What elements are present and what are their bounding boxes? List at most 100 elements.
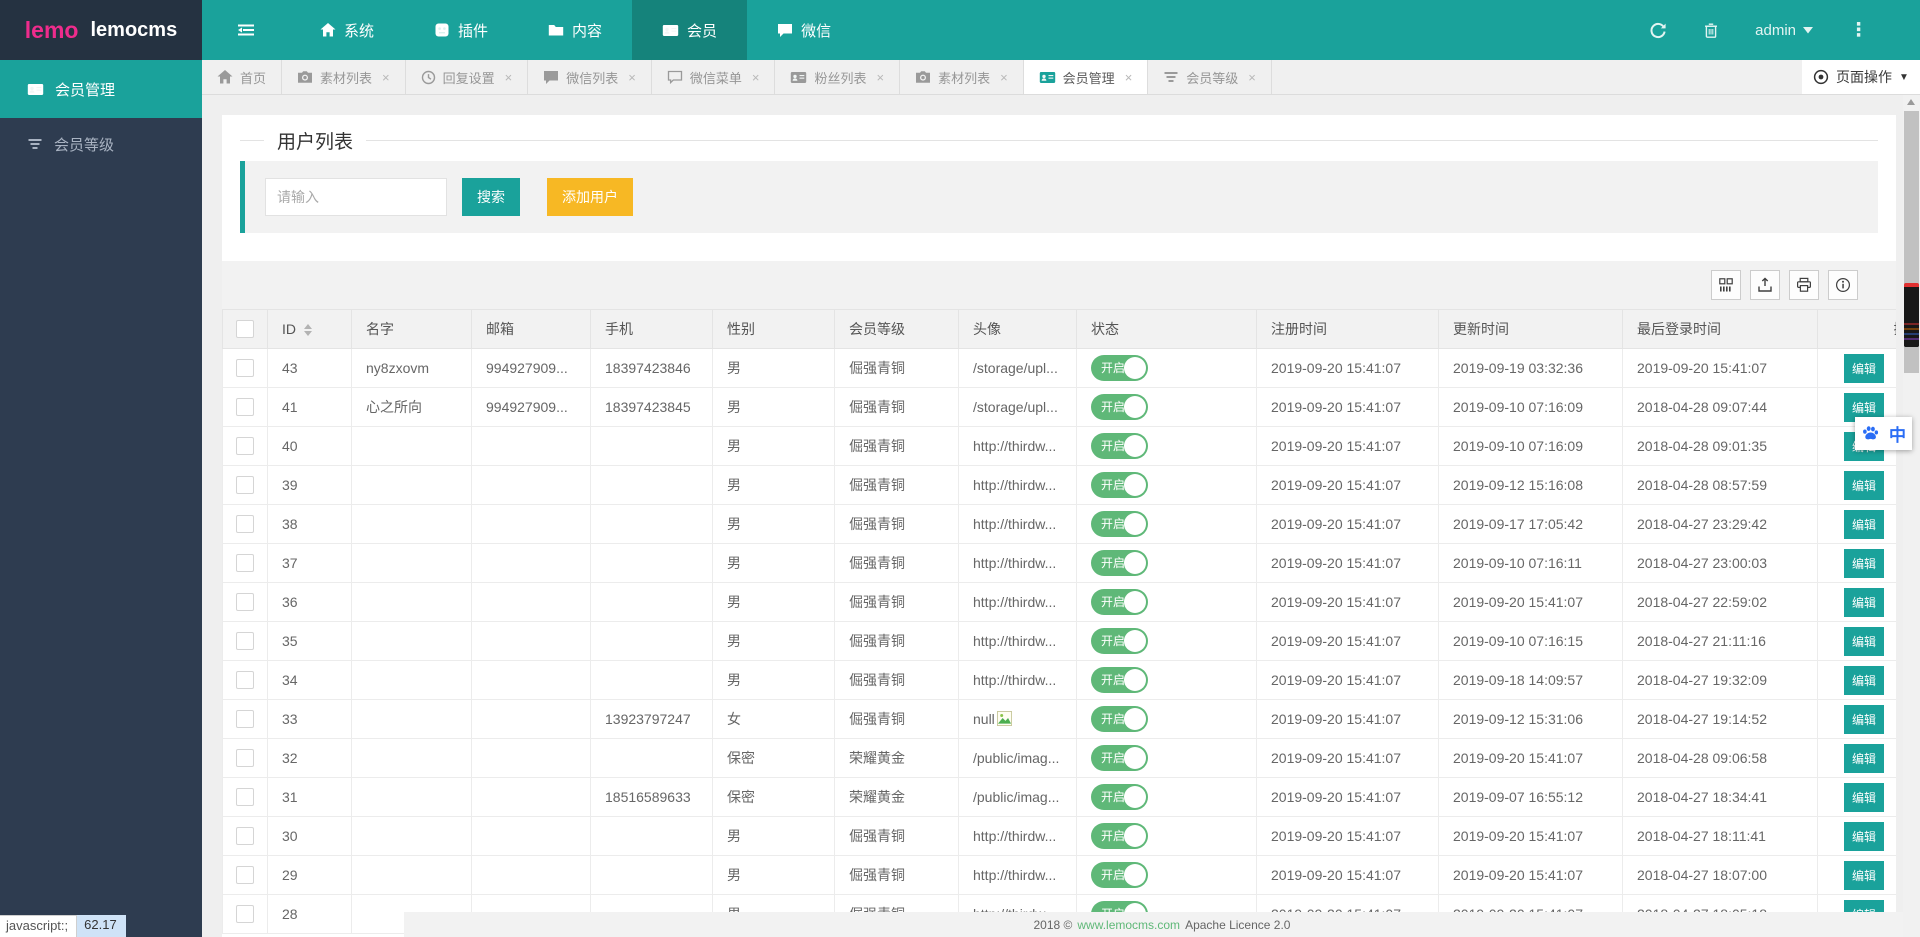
close-icon[interactable]: × xyxy=(505,70,513,85)
select-all-checkbox[interactable] xyxy=(236,320,254,338)
toggle-label: 开启 xyxy=(1101,868,1125,882)
cell-id: 36 xyxy=(268,583,352,622)
tab-粉丝列表[interactable]: 粉丝列表× xyxy=(775,60,900,94)
row-checkbox[interactable] xyxy=(236,359,254,377)
nav-item-内容[interactable]: 内容 xyxy=(518,0,632,60)
status-toggle[interactable]: 开启 xyxy=(1091,550,1148,576)
nav-item-微信[interactable]: 微信 xyxy=(747,0,861,60)
row-checkbox[interactable] xyxy=(236,788,254,806)
edit-button[interactable]: 编辑 xyxy=(1844,861,1884,890)
tab-会员管理[interactable]: 会员管理× xyxy=(1024,60,1149,94)
col-id[interactable]: ID xyxy=(268,310,352,349)
edit-button[interactable]: 编辑 xyxy=(1844,705,1884,734)
close-icon[interactable]: × xyxy=(752,70,760,85)
close-icon[interactable]: × xyxy=(382,70,390,85)
row-checkbox[interactable] xyxy=(236,905,254,923)
row-checkbox[interactable] xyxy=(236,671,254,689)
info-button[interactable] xyxy=(1828,270,1858,300)
row-checkbox[interactable] xyxy=(236,632,254,650)
close-icon[interactable]: × xyxy=(628,70,636,85)
footer: 2018 © www.lemocms.com Apache Licence 2.… xyxy=(404,912,1920,937)
row-checkbox[interactable] xyxy=(236,437,254,455)
print-button[interactable] xyxy=(1789,270,1819,300)
edit-button[interactable]: 编辑 xyxy=(1844,471,1884,500)
nav-item-插件[interactable]: 插件 xyxy=(404,0,518,60)
nav-item-系统[interactable]: 系统 xyxy=(290,0,404,60)
trash-icon[interactable] xyxy=(1703,22,1719,39)
close-icon[interactable]: × xyxy=(1248,70,1256,85)
row-checkbox[interactable] xyxy=(236,866,254,884)
status-toggle[interactable]: 开启 xyxy=(1091,745,1148,771)
status-toggle[interactable]: 开启 xyxy=(1091,667,1148,693)
sidebar-toggle-button[interactable] xyxy=(202,0,290,60)
status-toggle[interactable]: 开启 xyxy=(1091,394,1148,420)
close-icon[interactable]: × xyxy=(876,70,884,85)
row-checkbox[interactable] xyxy=(236,476,254,494)
status-toggle[interactable]: 开启 xyxy=(1091,511,1148,537)
tab-回复设置[interactable]: 回复设置× xyxy=(406,60,529,94)
close-icon[interactable]: × xyxy=(1125,70,1133,85)
status-toggle[interactable]: 开启 xyxy=(1091,784,1148,810)
tab-素材列表[interactable]: 素材列表× xyxy=(900,60,1024,94)
user-dropdown[interactable]: admin xyxy=(1755,22,1813,39)
row-checkbox[interactable] xyxy=(236,593,254,611)
search-button[interactable]: 搜索 xyxy=(462,178,520,216)
status-toggle[interactable]: 开启 xyxy=(1091,823,1148,849)
edit-button[interactable]: 编辑 xyxy=(1844,783,1884,812)
cell-last: 2018-04-28 09:01:35 xyxy=(1623,427,1818,466)
status-toggle[interactable]: 开启 xyxy=(1091,433,1148,459)
table-row: 3313923797247女倔强青铜null开启2019-09-20 15:41… xyxy=(223,700,1897,739)
page-actions-label: 页面操作 xyxy=(1836,67,1892,87)
row-checkbox[interactable] xyxy=(236,554,254,572)
more-options-icon[interactable]: ⋮ xyxy=(1849,19,1868,42)
edit-button[interactable]: 编辑 xyxy=(1844,822,1884,851)
edit-button[interactable]: 编辑 xyxy=(1844,744,1884,773)
vertical-scrollbar[interactable] xyxy=(1903,95,1920,937)
edit-button[interactable]: 编辑 xyxy=(1844,588,1884,617)
add-user-button[interactable]: 添加用户 xyxy=(547,178,633,216)
close-icon[interactable]: × xyxy=(1000,70,1008,85)
edit-button[interactable]: 编辑 xyxy=(1844,510,1884,539)
translate-popup[interactable]: 中 xyxy=(1855,417,1912,450)
cell-actions: 编辑 xyxy=(1818,856,1897,895)
tab-会员等级[interactable]: 会员等级× xyxy=(1148,60,1272,94)
edit-button[interactable]: 编辑 xyxy=(1844,549,1884,578)
tab-微信列表[interactable]: 微信列表× xyxy=(528,60,652,94)
status-toggle[interactable]: 开启 xyxy=(1091,355,1148,381)
table-header-row: ID名字邮箱手机性别会员等级头像状态注册时间更新时间最后登录时间操作 xyxy=(223,310,1897,349)
status-toggle[interactable]: 开启 xyxy=(1091,472,1148,498)
status-toggle[interactable]: 开启 xyxy=(1091,589,1148,615)
sort-icon[interactable] xyxy=(304,324,312,336)
status-toggle[interactable]: 开启 xyxy=(1091,706,1148,732)
row-checkbox[interactable] xyxy=(236,515,254,533)
tab-label: 素材列表 xyxy=(320,68,372,87)
tab-素材列表[interactable]: 素材列表 × xyxy=(282,60,406,94)
refresh-icon[interactable] xyxy=(1649,21,1667,39)
sidebar-item-会员管理[interactable]: 会员管理 xyxy=(0,60,202,118)
page-actions-button[interactable]: 页面操作 ▼ xyxy=(1802,60,1920,94)
row-checkbox[interactable] xyxy=(236,827,254,845)
row-checkbox[interactable] xyxy=(236,749,254,767)
columns-filter-button[interactable] xyxy=(1711,270,1741,300)
search-input[interactable] xyxy=(265,178,447,216)
edit-button[interactable]: 编辑 xyxy=(1844,354,1884,383)
scrollbar-up-arrow[interactable] xyxy=(1907,99,1915,105)
toggle-label: 开启 xyxy=(1101,751,1125,765)
idcard-icon xyxy=(662,23,679,38)
footer-link[interactable]: www.lemocms.com xyxy=(1077,918,1180,932)
export-button[interactable] xyxy=(1750,270,1780,300)
row-checkbox[interactable] xyxy=(236,398,254,416)
edit-button[interactable]: 编辑 xyxy=(1844,627,1884,656)
status-toggle[interactable]: 开启 xyxy=(1091,628,1148,654)
cell-reg: 2019-09-20 15:41:07 xyxy=(1257,700,1439,739)
row-checkbox[interactable] xyxy=(236,710,254,728)
table-row: 32保密荣耀黄金/public/imag...开启2019-09-20 15:4… xyxy=(223,739,1897,778)
tab-微信菜单[interactable]: 微信菜单× xyxy=(652,60,776,94)
status-toggle[interactable]: 开启 xyxy=(1091,862,1148,888)
edit-button[interactable]: 编辑 xyxy=(1844,666,1884,695)
sidebar-item-会员等级[interactable]: 会员等级 xyxy=(0,118,202,170)
table-row: 3118516589633保密荣耀黄金/public/imag...开启2019… xyxy=(223,778,1897,817)
tab-首页[interactable]: 首页 xyxy=(202,60,282,94)
tab-label: 首页 xyxy=(240,68,266,87)
nav-item-会员[interactable]: 会员 xyxy=(632,0,747,60)
